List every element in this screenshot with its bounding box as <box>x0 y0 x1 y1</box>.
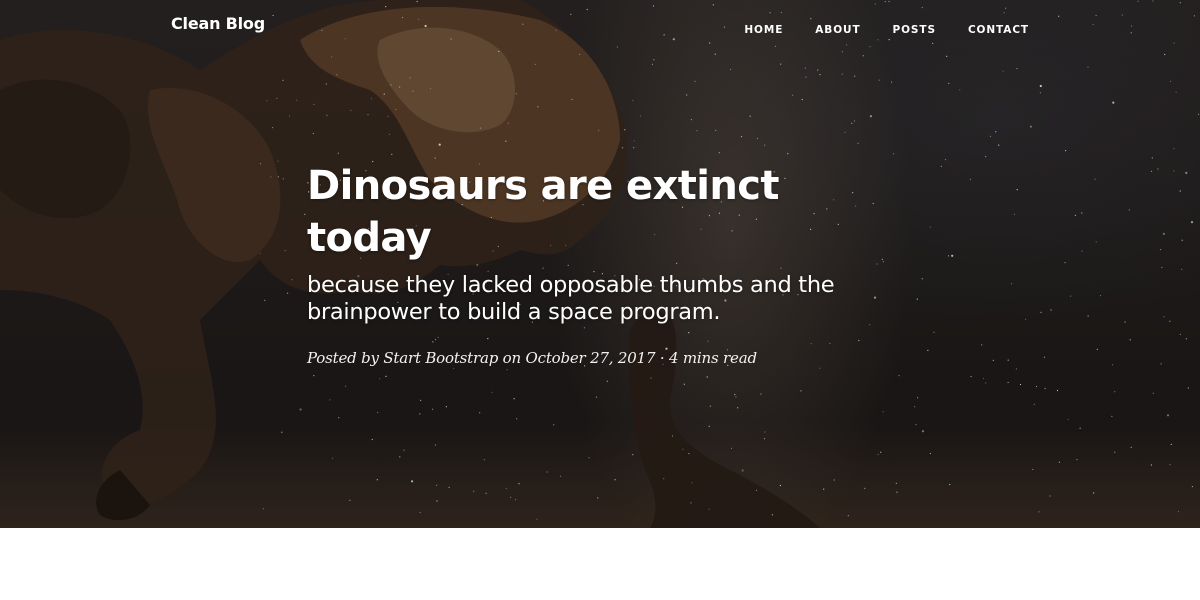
page: Clean Blog HOME ABOUT POSTS CONTACT Dino… <box>0 0 1200 600</box>
post-title: Dinosaurs are extinct today <box>307 163 779 261</box>
main-navbar: Clean Blog HOME ABOUT POSTS CONTACT <box>0 0 1200 54</box>
nav-link-about[interactable]: ABOUT <box>815 24 860 36</box>
nav-item-home: HOME <box>744 20 783 38</box>
brand-logo-link[interactable]: Clean Blog <box>171 14 265 33</box>
nav-link-posts[interactable]: POSTS <box>893 24 936 36</box>
post-meta: Posted by Start Bootstrap on October 27,… <box>307 349 757 367</box>
nav-link-contact[interactable]: CONTACT <box>968 24 1029 36</box>
nav-menu: HOME ABOUT POSTS CONTACT <box>744 20 1029 38</box>
post-subtitle: because they lacked opposable thumbs and… <box>307 272 835 325</box>
nav-item-contact: CONTACT <box>968 20 1029 38</box>
masthead-hero: Clean Blog HOME ABOUT POSTS CONTACT Dino… <box>0 0 1200 528</box>
nav-item-about: ABOUT <box>815 20 860 38</box>
post-heading: Dinosaurs are extinct today because they… <box>307 160 897 368</box>
nav-item-posts: POSTS <box>893 20 936 38</box>
nav-link-home[interactable]: HOME <box>744 24 783 36</box>
